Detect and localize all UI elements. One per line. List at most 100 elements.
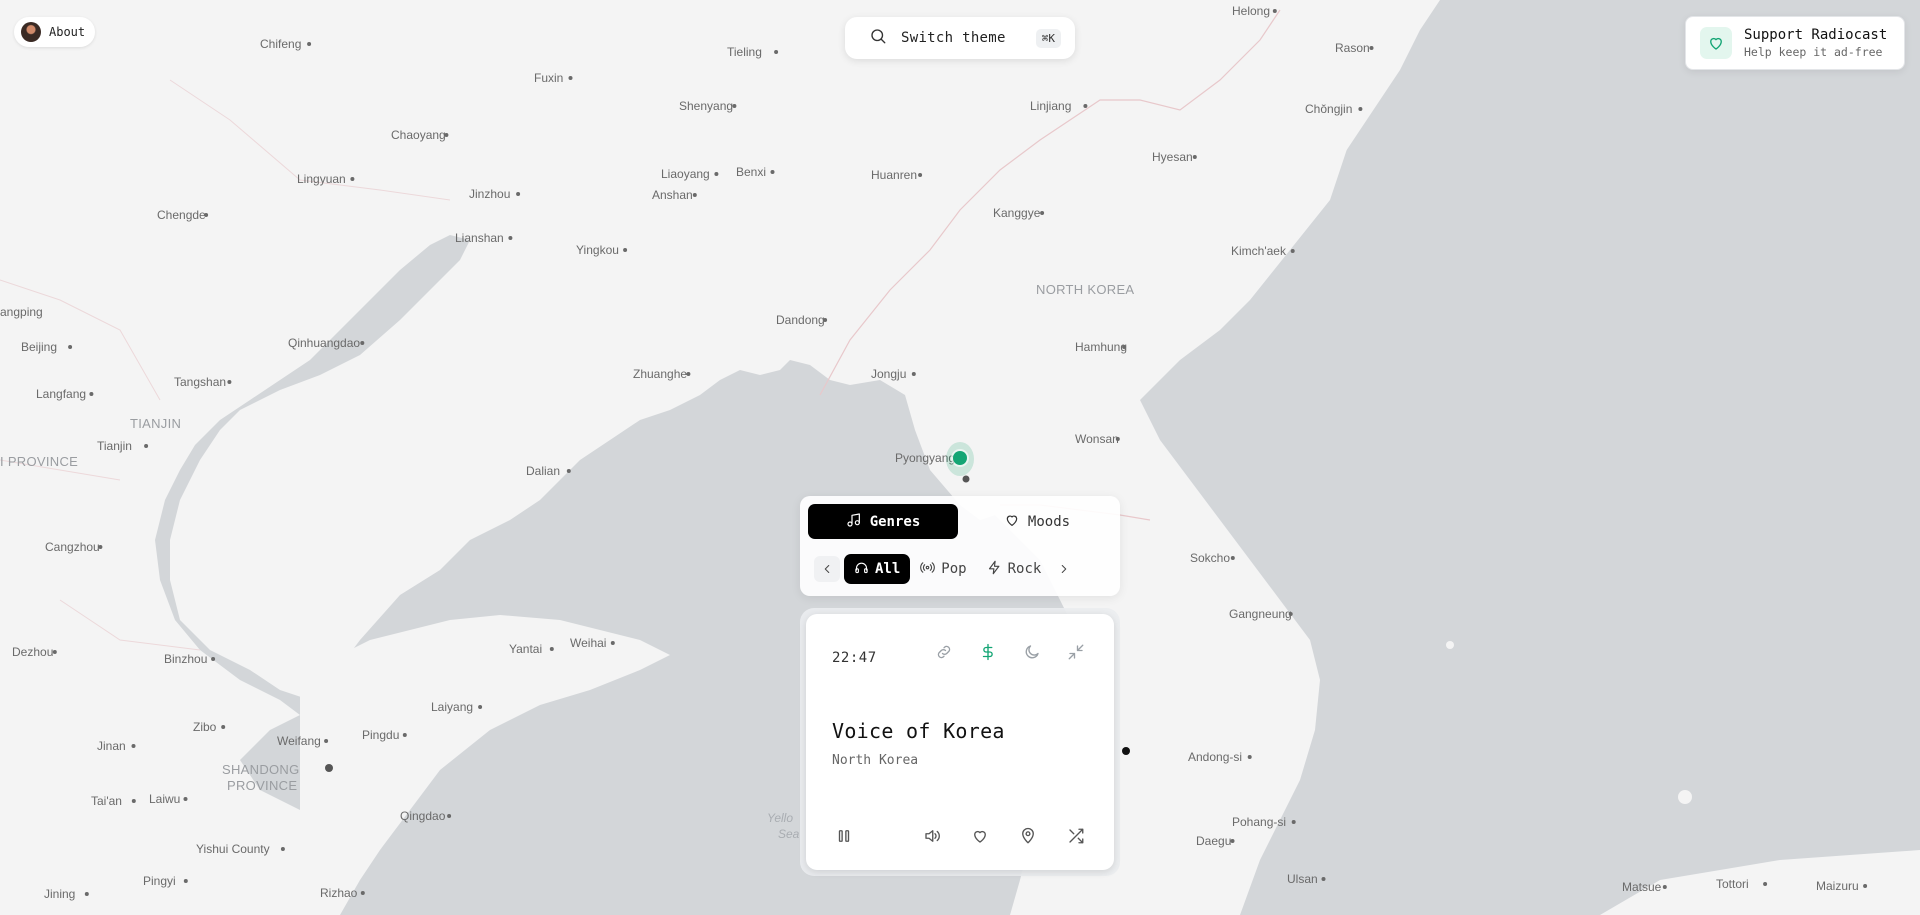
dollar-icon[interactable] — [976, 640, 1000, 664]
city-dot — [1662, 885, 1667, 889]
city-label: Fuxin — [534, 71, 563, 85]
map-pin-icon[interactable] — [1016, 824, 1040, 848]
city-label: Zibo — [193, 720, 217, 734]
city-dot — [68, 345, 73, 349]
region-label: I PROVINCE — [0, 454, 78, 469]
city-dot — [1040, 211, 1045, 215]
city-dot — [568, 76, 573, 80]
city-label: Wonsan — [1075, 432, 1119, 446]
volume-icon[interactable] — [920, 824, 944, 848]
region-label: NORTH KOREA — [1036, 282, 1134, 297]
city-dot — [1369, 46, 1374, 50]
player-secondary-controls — [920, 824, 1088, 848]
city-label: Langfang — [36, 387, 86, 401]
city-dot — [1321, 877, 1326, 881]
minimize-icon[interactable] — [1064, 640, 1088, 664]
city-dot — [1192, 155, 1197, 159]
city-dot — [566, 469, 571, 473]
chip-pop-label: Pop — [941, 561, 967, 577]
tab-genres-label: Genres — [869, 513, 921, 530]
city-dot — [89, 392, 94, 396]
city-label: Zhuanghe — [633, 367, 687, 381]
shuffle-icon[interactable] — [1064, 824, 1088, 848]
city-label: Tottori — [1716, 877, 1749, 891]
city-label: Pohang-si — [1232, 815, 1286, 829]
city-label: Rizhao — [320, 886, 358, 900]
chip-all[interactable]: All — [844, 554, 911, 584]
radio-waves-icon — [920, 560, 936, 579]
city-dot — [280, 847, 285, 851]
heart-icon — [1004, 512, 1020, 532]
city-dot — [692, 193, 697, 197]
favorite-heart-icon[interactable] — [968, 824, 992, 848]
support-subtitle: Help keep it ad-free — [1744, 45, 1883, 59]
city-label: Lingyuan — [297, 172, 346, 186]
station-marker[interactable] — [953, 451, 967, 465]
city-dot — [183, 879, 188, 883]
chip-pop[interactable]: Pop — [910, 554, 976, 584]
city-label: Tianjin — [97, 439, 132, 453]
search-icon — [869, 27, 887, 49]
city-dot — [324, 739, 329, 743]
region-label: TIANJIN — [130, 416, 181, 431]
city-label: Jinan — [97, 739, 126, 753]
city-dot — [1083, 104, 1088, 108]
chip-rock-label: Rock — [1007, 561, 1042, 577]
heart-icon — [1700, 27, 1732, 59]
city-label: Yantai — [509, 642, 542, 656]
chevron-left-icon[interactable] — [814, 556, 840, 582]
link-icon[interactable] — [932, 640, 956, 664]
about-label: About — [49, 25, 86, 39]
city-label: Matsue — [1622, 880, 1662, 894]
city-dot — [211, 657, 216, 661]
city-dot — [1863, 884, 1868, 888]
city-label: Sokcho — [1190, 551, 1230, 565]
tab-genres[interactable]: Genres — [808, 504, 958, 539]
city-label: Dalian — [526, 464, 560, 478]
support-card[interactable]: Support Radiocast Help keep it ad-free — [1685, 16, 1905, 70]
music-note-icon — [846, 512, 862, 532]
city-label: Hamhung — [1075, 340, 1127, 354]
tab-moods[interactable]: Moods — [962, 504, 1112, 539]
city-label: Andong-si — [1188, 750, 1242, 764]
city-dot — [1763, 882, 1768, 886]
city-dot — [516, 192, 521, 196]
city-label: Laiwu — [149, 792, 180, 806]
pause-icon[interactable] — [832, 824, 856, 848]
city-label: Qinhuangdao — [288, 336, 360, 350]
city-dot — [1291, 820, 1296, 824]
switch-theme-search[interactable]: Switch theme ⌘K — [845, 17, 1075, 59]
avatar — [21, 22, 41, 42]
city-dot — [1290, 249, 1295, 253]
city-label: Tangshan — [174, 375, 226, 389]
sea-label: Yello — [767, 811, 793, 825]
city-dot — [131, 744, 136, 748]
chevron-right-icon[interactable] — [1051, 556, 1077, 582]
city-label: Tai'an — [91, 794, 122, 808]
city-label: Tieling — [727, 45, 762, 59]
city-label: Linjiang — [1030, 99, 1071, 113]
moon-icon[interactable] — [1020, 640, 1044, 664]
city-label: Liaoyang — [661, 167, 710, 181]
city-label: Jongju — [871, 367, 906, 381]
city-label: Hyesan — [1152, 150, 1193, 164]
city-label: Weihai — [570, 636, 606, 650]
city-label: Shenyang — [679, 99, 733, 113]
region-label: angping — [0, 305, 43, 319]
city-label: Dezhou — [12, 645, 53, 659]
city-dot — [360, 341, 365, 345]
city-dot — [402, 733, 407, 737]
city-label: Weifang — [277, 734, 321, 748]
city-label: Anshan — [652, 188, 693, 202]
genre-chip-row: All Pop Rock — [814, 554, 1106, 584]
city-dot — [144, 444, 149, 448]
city-label: Laiyang — [431, 700, 473, 714]
city-dot — [350, 177, 355, 181]
clock-time: 22:47 — [832, 650, 877, 666]
city-label: Rason — [1335, 41, 1370, 55]
city-label: Jining — [44, 887, 75, 901]
chip-rock[interactable]: Rock — [977, 554, 1052, 584]
about-button[interactable]: About — [14, 17, 96, 47]
city-dot — [84, 892, 89, 896]
city-dot — [478, 705, 483, 709]
